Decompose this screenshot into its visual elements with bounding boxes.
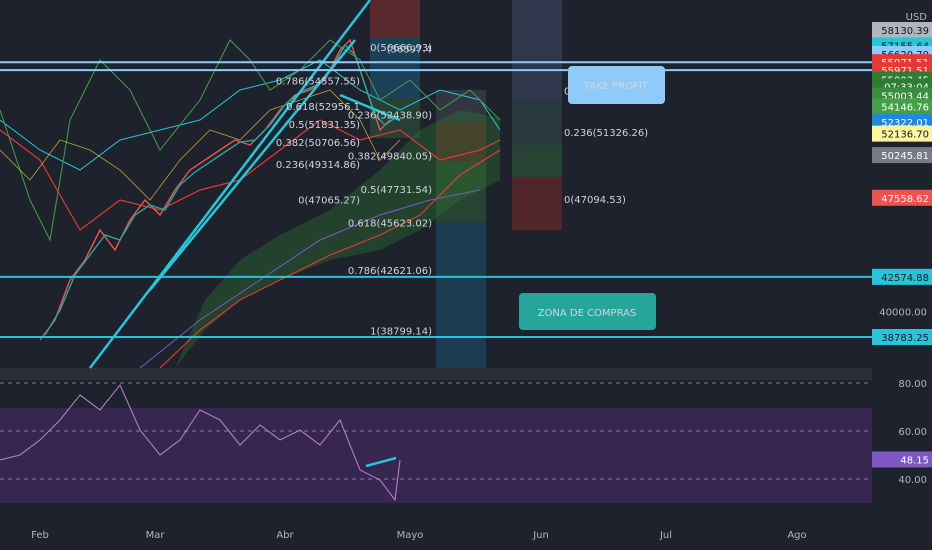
price-tag-label: 47558.62 [881,194,929,205]
rsi-current-label: 48.15 [900,455,929,466]
time-axis-label: Mar [146,530,166,541]
buy-zone-label: ZONA DE COMPRAS [538,308,637,319]
pane-separator[interactable] [0,368,872,380]
take-profit-label: TAKE PROFIT [583,81,649,92]
time-axis-label: Ago [787,530,806,541]
fib-level-label: 0(56666.93) [370,43,432,54]
currency-label: USD [906,12,928,23]
fib-level-label: 0(47094.53) [564,195,626,206]
price-tag-label: 52136.70 [881,130,929,141]
rsi-level-label: 40.00 [898,475,927,486]
fib-level-label: 0.382(49840.05) [348,152,432,163]
fib-level-label: 0.5(47731.54) [361,185,433,196]
fib-level-label: 0.786(42621.06) [348,266,432,277]
rsi-level-label: 80.00 [898,379,927,390]
trading-chart[interactable]: USD40000.001.618(62488.32)0.786(54557.55… [0,0,932,550]
time-axis-label: Mayo [397,530,424,541]
fib-level-label: 0.618(45623.02) [348,218,432,229]
time-axis-label: Jun [532,530,549,541]
price-tag-label: 38783.25 [881,333,929,344]
fib-level-label: 0.382(50706.56) [276,138,360,149]
price-tag-label: 50245.81 [881,151,929,162]
fib-level-label: 0.786(54557.55) [276,77,360,88]
price-tag-label: 58130.39 [881,26,929,37]
price-grid-label: 40000.00 [879,308,927,319]
fib-level-label: 0.5(51831.35) [289,120,361,131]
rsi-band [0,408,872,503]
time-axis-label: Jul [659,530,672,541]
time-axis-label: Feb [31,530,49,541]
fib-level-label: 0(47065.27) [298,196,360,207]
fib-level-label: 0.236(52438.90) [348,110,432,121]
rsi-level-label: 60.00 [898,427,927,438]
time-axis-label: Abr [276,530,294,541]
price-tag-label: 54146.76 [881,103,929,114]
price-tag-label: 42574.88 [881,273,929,284]
fib-level-label: 0.236(51326.26) [564,128,648,139]
fib-level-label: 1(38799.14) [370,327,432,338]
